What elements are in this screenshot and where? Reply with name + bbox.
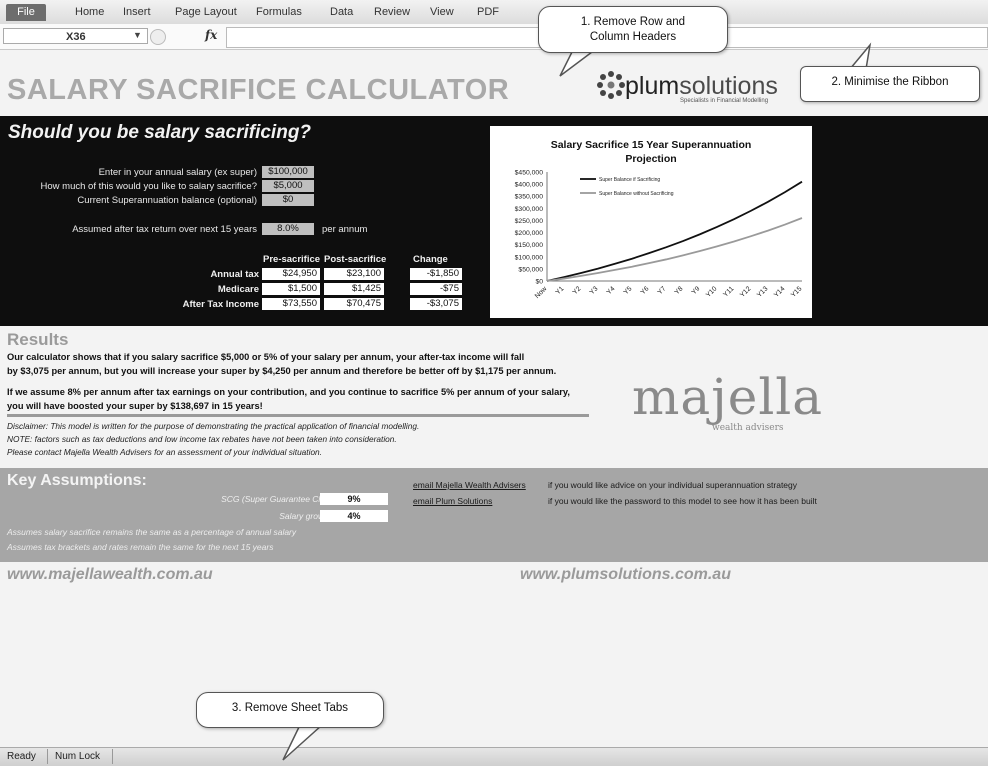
callout-3-pointer [282,724,324,761]
callout-3: 3. Remove Sheet Tabs [196,692,384,728]
callout-pointers [282,42,872,761]
callout-1: 1. Remove Row and Column Headers [538,6,728,53]
callout-1-pointer [559,51,595,77]
callout-2: 2. Minimise the Ribbon [800,66,980,102]
